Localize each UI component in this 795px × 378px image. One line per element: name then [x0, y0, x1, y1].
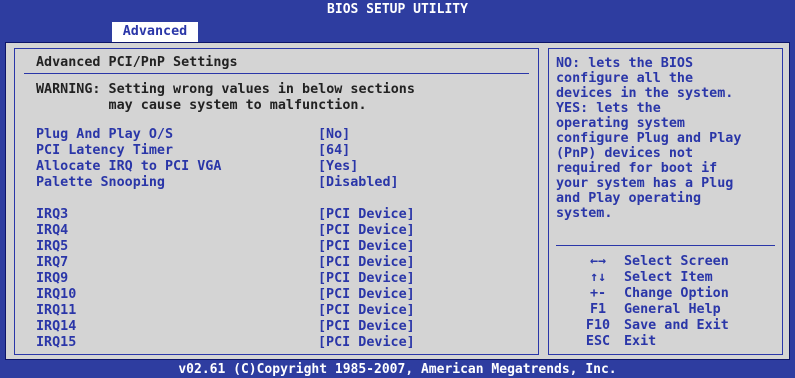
irq-value[interactable]: [PCI Device]: [318, 319, 415, 335]
key-hint-select-screen: ←→ Select Screen: [556, 254, 776, 270]
key-hint-exit: ESC Exit: [556, 334, 776, 350]
irq-label: IRQ11: [36, 303, 77, 318]
section-title: Advanced PCI/PnP Settings: [36, 55, 238, 70]
key-hint-desc: Change Option: [624, 286, 729, 301]
irq-value[interactable]: [PCI Device]: [318, 271, 415, 287]
warning-line-2: may cause system to malfunction.: [36, 98, 367, 113]
help-text-line: configure all the: [556, 71, 694, 86]
irq-label: IRQ14: [36, 319, 77, 334]
irq-value[interactable]: [PCI Device]: [318, 287, 415, 303]
key-hint-desc: General Help: [624, 302, 721, 317]
tab-advanced[interactable]: Advanced: [112, 22, 198, 42]
key-hint-key: F1: [589, 302, 607, 317]
setting-value[interactable]: [Disabled]: [318, 175, 399, 191]
key-hint-key: ESC: [585, 334, 611, 349]
section-divider: [24, 73, 529, 74]
help-text-line: YES: lets the: [556, 101, 661, 116]
up-down-arrow-icon: ↑↓: [589, 270, 607, 285]
irq-row-irq7[interactable]: IRQ7 [PCI Device]: [36, 255, 476, 271]
key-hint-key: +-: [589, 286, 607, 301]
key-hint-desc: Select Screen: [624, 254, 729, 269]
irq-value[interactable]: [PCI Device]: [318, 207, 415, 223]
setting-pci-latency-timer[interactable]: PCI Latency Timer [64]: [36, 143, 476, 159]
irq-label: IRQ15: [36, 335, 77, 350]
irq-label: IRQ4: [36, 223, 69, 238]
irq-label: IRQ3: [36, 207, 69, 222]
setting-label: Palette Snooping: [36, 175, 165, 190]
key-hint-desc: Select Item: [624, 270, 713, 285]
help-text-line: NO: lets the BIOS: [556, 56, 694, 71]
irq-value[interactable]: [PCI Device]: [318, 303, 415, 319]
help-text-line: configure Plug and Play: [556, 131, 742, 146]
setting-label: Allocate IRQ to PCI VGA: [36, 159, 222, 174]
help-text-line: required for boot if: [556, 161, 718, 176]
copyright-footer: v02.61 (C)Copyright 1985-2007, American …: [178, 362, 617, 377]
irq-row-irq10[interactable]: IRQ10 [PCI Device]: [36, 287, 476, 303]
key-hint-key: F10: [585, 318, 611, 333]
setting-plug-and-play-os[interactable]: Plug And Play O/S [No]: [36, 127, 476, 143]
irq-row-irq15[interactable]: IRQ15 [PCI Device]: [36, 335, 476, 351]
irq-row-irq11[interactable]: IRQ11 [PCI Device]: [36, 303, 476, 319]
irq-label: IRQ5: [36, 239, 69, 254]
key-hint-save-exit: F10 Save and Exit: [556, 318, 776, 334]
irq-label: IRQ7: [36, 255, 69, 270]
irq-label: IRQ10: [36, 287, 77, 302]
irq-value[interactable]: [PCI Device]: [318, 223, 415, 239]
bios-title: BIOS SETUP UTILITY: [327, 2, 468, 17]
setting-allocate-irq-vga[interactable]: Allocate IRQ to PCI VGA [Yes]: [36, 159, 476, 175]
setting-label: Plug And Play O/S: [36, 127, 174, 142]
setting-palette-snooping[interactable]: Palette Snooping [Disabled]: [36, 175, 476, 191]
irq-row-irq4[interactable]: IRQ4 [PCI Device]: [36, 223, 476, 239]
irq-row-irq3[interactable]: IRQ3 [PCI Device]: [36, 207, 476, 223]
irq-value[interactable]: [PCI Device]: [318, 239, 415, 255]
irq-value[interactable]: [PCI Device]: [318, 335, 415, 351]
key-hint-change-option: +- Change Option: [556, 286, 776, 302]
key-hint-general-help: F1 General Help: [556, 302, 776, 318]
irq-row-irq9[interactable]: IRQ9 [PCI Device]: [36, 271, 476, 287]
key-hint-desc: Save and Exit: [624, 318, 729, 333]
irq-label: IRQ9: [36, 271, 69, 286]
irq-row-irq14[interactable]: IRQ14 [PCI Device]: [36, 319, 476, 335]
setting-label: PCI Latency Timer: [36, 143, 174, 158]
warning-line-1: WARNING: Setting wrong values in below s…: [36, 82, 415, 97]
irq-value[interactable]: [PCI Device]: [318, 255, 415, 271]
left-right-arrow-icon: ←→: [589, 254, 607, 269]
help-text-line: (PnP) devices not: [556, 146, 694, 161]
setting-value[interactable]: [No]: [318, 127, 350, 143]
help-text-line: and Play operating: [556, 191, 702, 206]
key-hint-select-item: ↑↓ Select Item: [556, 270, 776, 286]
key-hint-desc: Exit: [624, 334, 657, 349]
setting-value[interactable]: [Yes]: [318, 159, 358, 175]
help-text-line: devices in the system.: [556, 86, 734, 101]
help-text-line: operating system: [556, 116, 685, 131]
help-divider: [556, 245, 775, 246]
help-text-line: system.: [556, 206, 613, 221]
setting-value[interactable]: [64]: [318, 143, 350, 159]
irq-row-irq5[interactable]: IRQ5 [PCI Device]: [36, 239, 476, 255]
help-text-line: your system has a Plug: [556, 176, 734, 191]
